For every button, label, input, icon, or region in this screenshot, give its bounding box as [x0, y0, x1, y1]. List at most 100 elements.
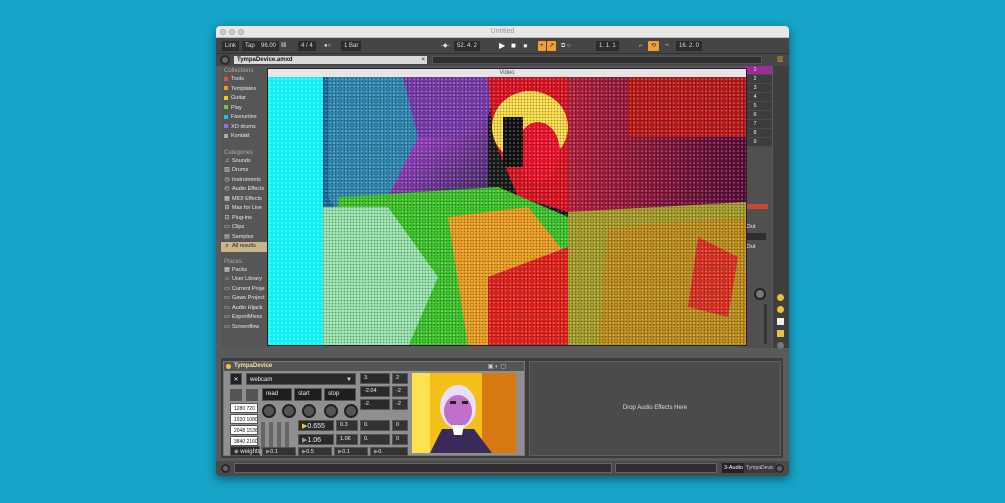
place-item[interactable]: ▭ Screenflow [221, 323, 267, 333]
overdub-icon[interactable]: + [538, 41, 546, 51]
time-signature-field[interactable]: 4 / 4 [298, 41, 316, 51]
record-icon[interactable]: ● [520, 41, 531, 51]
r1-field-b[interactable]: 2 [392, 373, 408, 384]
collection-item[interactable]: Tools [221, 75, 267, 85]
automation-arm-icon[interactable]: ↗ [547, 41, 557, 51]
value-b-field[interactable]: ▶1.06 [298, 434, 334, 445]
col4-field-1[interactable]: 0 [392, 420, 408, 431]
stop-icon[interactable]: ■ [508, 41, 519, 51]
tempo-field[interactable]: 96.00 [258, 41, 280, 51]
dial-2[interactable] [282, 404, 296, 418]
collection-item[interactable]: Play [221, 104, 267, 114]
place-item[interactable]: ▭ Current Proje [221, 285, 267, 295]
tap-button[interactable]: Tap [242, 41, 258, 51]
category-item[interactable]: ⊡ Plug-ins [221, 214, 267, 224]
punch-out-icon[interactable]: ¬ [662, 41, 672, 51]
slider-2[interactable] [269, 422, 273, 450]
source-select[interactable]: webcam ▼ [246, 373, 356, 385]
arm-icon[interactable] [777, 318, 784, 325]
collection-item[interactable]: Templates [221, 85, 267, 95]
category-item[interactable]: ♫ Sounds [221, 157, 267, 167]
dial-3[interactable] [302, 404, 316, 418]
category-item[interactable]: ◷ Instruments [221, 176, 267, 186]
col3-field-2[interactable]: 0. [360, 434, 390, 445]
small-field-1[interactable]: 0.3 [336, 420, 358, 431]
r3-field-a[interactable]: -2. [360, 399, 390, 410]
track-name-label[interactable]: 3-Audio [722, 463, 745, 473]
slider-3[interactable] [277, 422, 281, 450]
punch-in-icon[interactable]: ⌐ [636, 41, 646, 51]
stop-button[interactable]: stop [324, 388, 356, 401]
overview-bar[interactable] [432, 56, 762, 64]
audio-effects-drop-zone[interactable]: Drop Audio Effects Here [529, 361, 781, 456]
file-name-field[interactable]: TympaDevice.amxd × [234, 56, 427, 64]
small-field-2[interactable]: 1.06 [336, 434, 358, 445]
col4-field-2[interactable]: 0 [392, 434, 408, 445]
device-options-icon[interactable]: ▣ ◐ ▢ [488, 363, 506, 370]
r2-field-b[interactable]: -2 [392, 386, 408, 397]
activator-icon[interactable] [777, 294, 784, 301]
place-item[interactable]: ▭ ExportMixes [221, 313, 267, 323]
place-item[interactable]: ▭ Audio Hijack [221, 304, 267, 314]
col3-field-1[interactable]: 0. [360, 420, 390, 431]
clear-search-icon[interactable]: × [421, 56, 425, 64]
resolution-button[interactable]: 2048 1536 [230, 425, 258, 435]
dial-4[interactable] [324, 404, 338, 418]
pan-knob[interactable] [754, 288, 766, 300]
category-item[interactable]: ▦ MIDI Effects [221, 195, 267, 205]
category-item[interactable]: ◴ Audio Effects [221, 185, 267, 195]
metronome-icon[interactable]: ●○ [321, 41, 334, 51]
resolution-button[interactable]: 1280 720 [230, 403, 258, 413]
nudge-icon[interactable]: ⦀⦀ [278, 41, 289, 51]
slider-4[interactable] [285, 422, 289, 450]
bottom-field-2[interactable]: ▶0.5 [298, 447, 332, 456]
device-power-icon[interactable] [226, 364, 231, 369]
dial-1[interactable] [262, 404, 276, 418]
camera-toggle-icon[interactable] [230, 389, 242, 401]
record-toggle-icon[interactable] [246, 389, 258, 401]
bottom-field-1[interactable]: ▶0.1 [262, 447, 296, 456]
place-item[interactable]: ▭ Gaws Project [221, 294, 267, 304]
start-button[interactable]: start [294, 388, 322, 401]
r2-field-a[interactable]: -2.04 [360, 386, 390, 397]
dial-5[interactable] [344, 404, 358, 418]
follow-icon[interactable]: -◆- [438, 41, 453, 51]
resolution-button[interactable]: 1920 1080 [230, 414, 258, 424]
grid-view-icon[interactable]: ▥ [777, 55, 784, 63]
weights-button[interactable]: ◆ weights [230, 446, 261, 456]
r3-field-b[interactable]: -2 [392, 399, 408, 410]
category-item[interactable]: ⌕ All results [221, 242, 267, 252]
link-button[interactable]: Link [222, 41, 240, 51]
loop-switch-icon[interactable]: ⟲ [648, 41, 660, 51]
loop-start-field[interactable]: 1. 1. 1 [596, 41, 619, 51]
bottom-field-4[interactable]: ▶0. [370, 447, 408, 456]
cue-icon[interactable] [777, 342, 784, 349]
session-record-icon[interactable]: ⧉ ○ [558, 41, 574, 51]
resolution-button[interactable]: 3840 2160 [230, 436, 258, 446]
video-window[interactable]: Video [267, 68, 747, 346]
browser-toggle-icon[interactable] [220, 55, 230, 65]
bottom-field-3[interactable]: ▶0.1 [334, 447, 368, 456]
category-item[interactable]: ▭ Clips [221, 223, 267, 233]
r1-field-a[interactable]: 3. [360, 373, 390, 384]
value-a-field[interactable]: ▶0.655 [298, 420, 334, 431]
info-view-icon[interactable] [221, 464, 230, 473]
category-item[interactable]: ▥ Drums [221, 166, 267, 176]
collection-item[interactable]: Favourites [221, 113, 267, 123]
collection-item[interactable]: XO drums [221, 123, 267, 133]
place-item[interactable]: ▦ Packs [221, 266, 267, 276]
crossfade-icon[interactable] [777, 330, 784, 337]
close-source-icon[interactable]: ✕ [230, 373, 242, 385]
quantize-select[interactable]: 1 Bar [341, 41, 362, 51]
solo-icon[interactable] [777, 306, 784, 313]
category-item[interactable]: ▤ Samples [221, 233, 267, 243]
place-item[interactable]: ⌂ User Library [221, 275, 267, 285]
collection-item[interactable]: Guitar [221, 94, 267, 104]
collection-item[interactable]: Kontakt [221, 132, 267, 142]
arrangement-position-field[interactable]: 52. 4. 2 [454, 41, 481, 51]
device-name-label[interactable]: TympaDevic [744, 463, 776, 473]
category-item[interactable]: ⊟ Max for Live [221, 204, 267, 214]
detail-view-icon[interactable] [775, 464, 784, 473]
play-icon[interactable]: ▶ [496, 41, 508, 51]
loop-length-field[interactable]: 16. 2. 0 [676, 41, 703, 51]
